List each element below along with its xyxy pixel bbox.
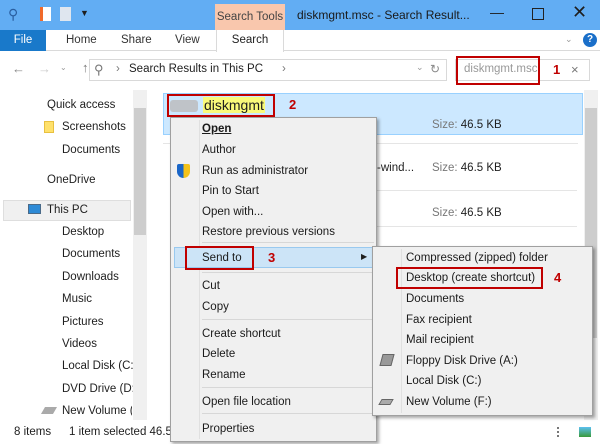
address-bar[interactable]: ⚲ › Search Results in This PC › ⌄ ↻ <box>89 59 447 81</box>
floppy-icon <box>379 354 395 366</box>
nav-pictures[interactable]: Pictures <box>62 316 104 328</box>
context-menu: Open Author Run as administrator Pin to … <box>170 117 377 442</box>
nav-new-volume[interactable]: New Volume ( <box>62 405 132 417</box>
refresh-icon[interactable]: ↻ <box>430 62 440 76</box>
new-folder-icon[interactable] <box>60 7 71 21</box>
chevron-right-icon: › <box>282 63 286 75</box>
nav-downloads[interactable]: Downloads <box>62 271 119 283</box>
nav-scrollbar-thumb[interactable] <box>134 108 146 235</box>
nav-onedrive[interactable]: OneDrive <box>47 174 96 186</box>
menu-cut[interactable]: Cut <box>202 280 220 292</box>
nav-documents-pc[interactable]: Documents <box>62 248 120 260</box>
sendto-compressed-folder[interactable]: Compressed (zipped) folder <box>406 252 548 264</box>
status-item-count: 8 items <box>14 426 52 438</box>
maximize-button[interactable] <box>532 8 544 20</box>
search-tools-label: Search Tools <box>215 4 285 30</box>
sendto-documents[interactable]: Documents <box>406 293 464 305</box>
menu-open-with[interactable]: Open with... <box>202 206 263 218</box>
sendto-fax-recipient[interactable]: Fax recipient <box>406 314 472 326</box>
nav-desktop[interactable]: Desktop <box>62 226 104 238</box>
recent-dropdown-icon[interactable]: ⌄ <box>60 63 67 72</box>
file-name: -wind... <box>377 162 415 174</box>
file-size: 46.5 KB <box>460 207 502 219</box>
help-icon[interactable]: ? <box>583 33 597 47</box>
menu-copy[interactable]: Copy <box>202 301 229 313</box>
search-icon: ⚲ <box>8 6 19 22</box>
size-label: Size: <box>432 162 458 174</box>
sendto-local-disk[interactable]: Local Disk (C:) <box>406 375 481 387</box>
file-size: 46.5 KB <box>460 119 502 131</box>
search-icon: ⚲ <box>94 62 104 77</box>
nav-documents[interactable]: Documents <box>62 144 120 156</box>
menu-restore-previous-versions[interactable]: Restore previous versions <box>202 226 335 238</box>
annotation-box-3 <box>185 246 254 270</box>
nav-videos[interactable]: Videos <box>62 338 97 350</box>
annotation-4: 4 <box>554 270 562 285</box>
size-label: Size: <box>432 207 458 219</box>
annotation-2: 2 <box>289 97 297 112</box>
menu-open[interactable]: Open <box>202 123 231 135</box>
drive-icon <box>40 407 58 414</box>
nav-dvd-drive[interactable]: DVD Drive (D:) <box>62 383 139 395</box>
menu-create-shortcut[interactable]: Create shortcut <box>202 328 281 340</box>
menu-delete[interactable]: Delete <box>202 348 235 360</box>
menu-author[interactable]: Author <box>202 144 236 156</box>
menu-rename[interactable]: Rename <box>202 369 245 381</box>
uac-shield-icon <box>177 164 190 178</box>
sendto-new-volume[interactable]: New Volume (F:) <box>406 396 492 408</box>
up-button[interactable]: ↑ <box>82 60 89 75</box>
window-title: diskmgmt.msc - Search Result... <box>297 8 470 22</box>
properties-icon[interactable] <box>40 7 51 21</box>
tab-share[interactable]: Share <box>121 34 152 46</box>
back-button[interactable]: ← <box>12 61 25 76</box>
ribbon-expand-icon[interactable]: ⌄ <box>565 34 573 45</box>
folder-icon <box>44 121 54 133</box>
size-label: Size: <box>432 119 458 131</box>
file-size: 46.5 KB <box>460 162 502 174</box>
close-button[interactable]: ✕ <box>572 2 587 23</box>
address-path: Search Results in This PC <box>129 63 264 75</box>
tab-view[interactable]: View <box>175 34 200 46</box>
annotation-box-1 <box>456 56 540 85</box>
nav-music[interactable]: Music <box>62 293 92 305</box>
row-divider <box>377 190 577 191</box>
address-dropdown-icon[interactable]: ⌄ <box>416 62 424 73</box>
chevron-right-icon: › <box>116 63 120 75</box>
nav-this-pc[interactable]: This PC <box>47 204 88 216</box>
large-icons-view-button[interactable] <box>579 427 591 437</box>
tab-home[interactable]: Home <box>66 34 97 46</box>
nav-screenshots[interactable]: Screenshots <box>62 121 126 133</box>
status-selection: 1 item selected 46.5 <box>69 426 172 438</box>
menu-open-file-location[interactable]: Open file location <box>202 396 291 408</box>
menu-pin-to-start[interactable]: Pin to Start <box>202 185 259 197</box>
forward-button[interactable]: → <box>38 61 51 76</box>
annotation-1: 1 <box>553 62 561 77</box>
menu-properties[interactable]: Properties <box>202 423 254 435</box>
row-divider <box>377 226 577 227</box>
annotation-box-2 <box>167 94 275 117</box>
nav-quick-access[interactable]: Quick access <box>47 99 115 111</box>
drive-icon <box>378 399 394 405</box>
sendto-floppy-disk[interactable]: Floppy Disk Drive (A:) <box>406 355 518 367</box>
tab-file[interactable]: File <box>0 30 46 51</box>
clear-search-button[interactable]: × <box>571 62 579 77</box>
annotation-box-4 <box>396 267 543 289</box>
details-view-button[interactable] <box>557 427 567 437</box>
submenu-arrow-icon: ▶ <box>361 252 368 261</box>
sendto-mail-recipient[interactable]: Mail recipient <box>406 334 474 346</box>
annotation-3: 3 <box>268 250 276 265</box>
tab-search[interactable]: Search <box>216 30 284 52</box>
menu-run-as-administrator[interactable]: Run as administrator <box>202 165 308 177</box>
nav-local-disk[interactable]: Local Disk (C:) <box>62 360 137 372</box>
computer-icon <box>28 204 41 214</box>
minimize-button[interactable]: — <box>490 4 504 20</box>
quick-access-dropdown-icon[interactable]: ▼ <box>80 8 89 18</box>
